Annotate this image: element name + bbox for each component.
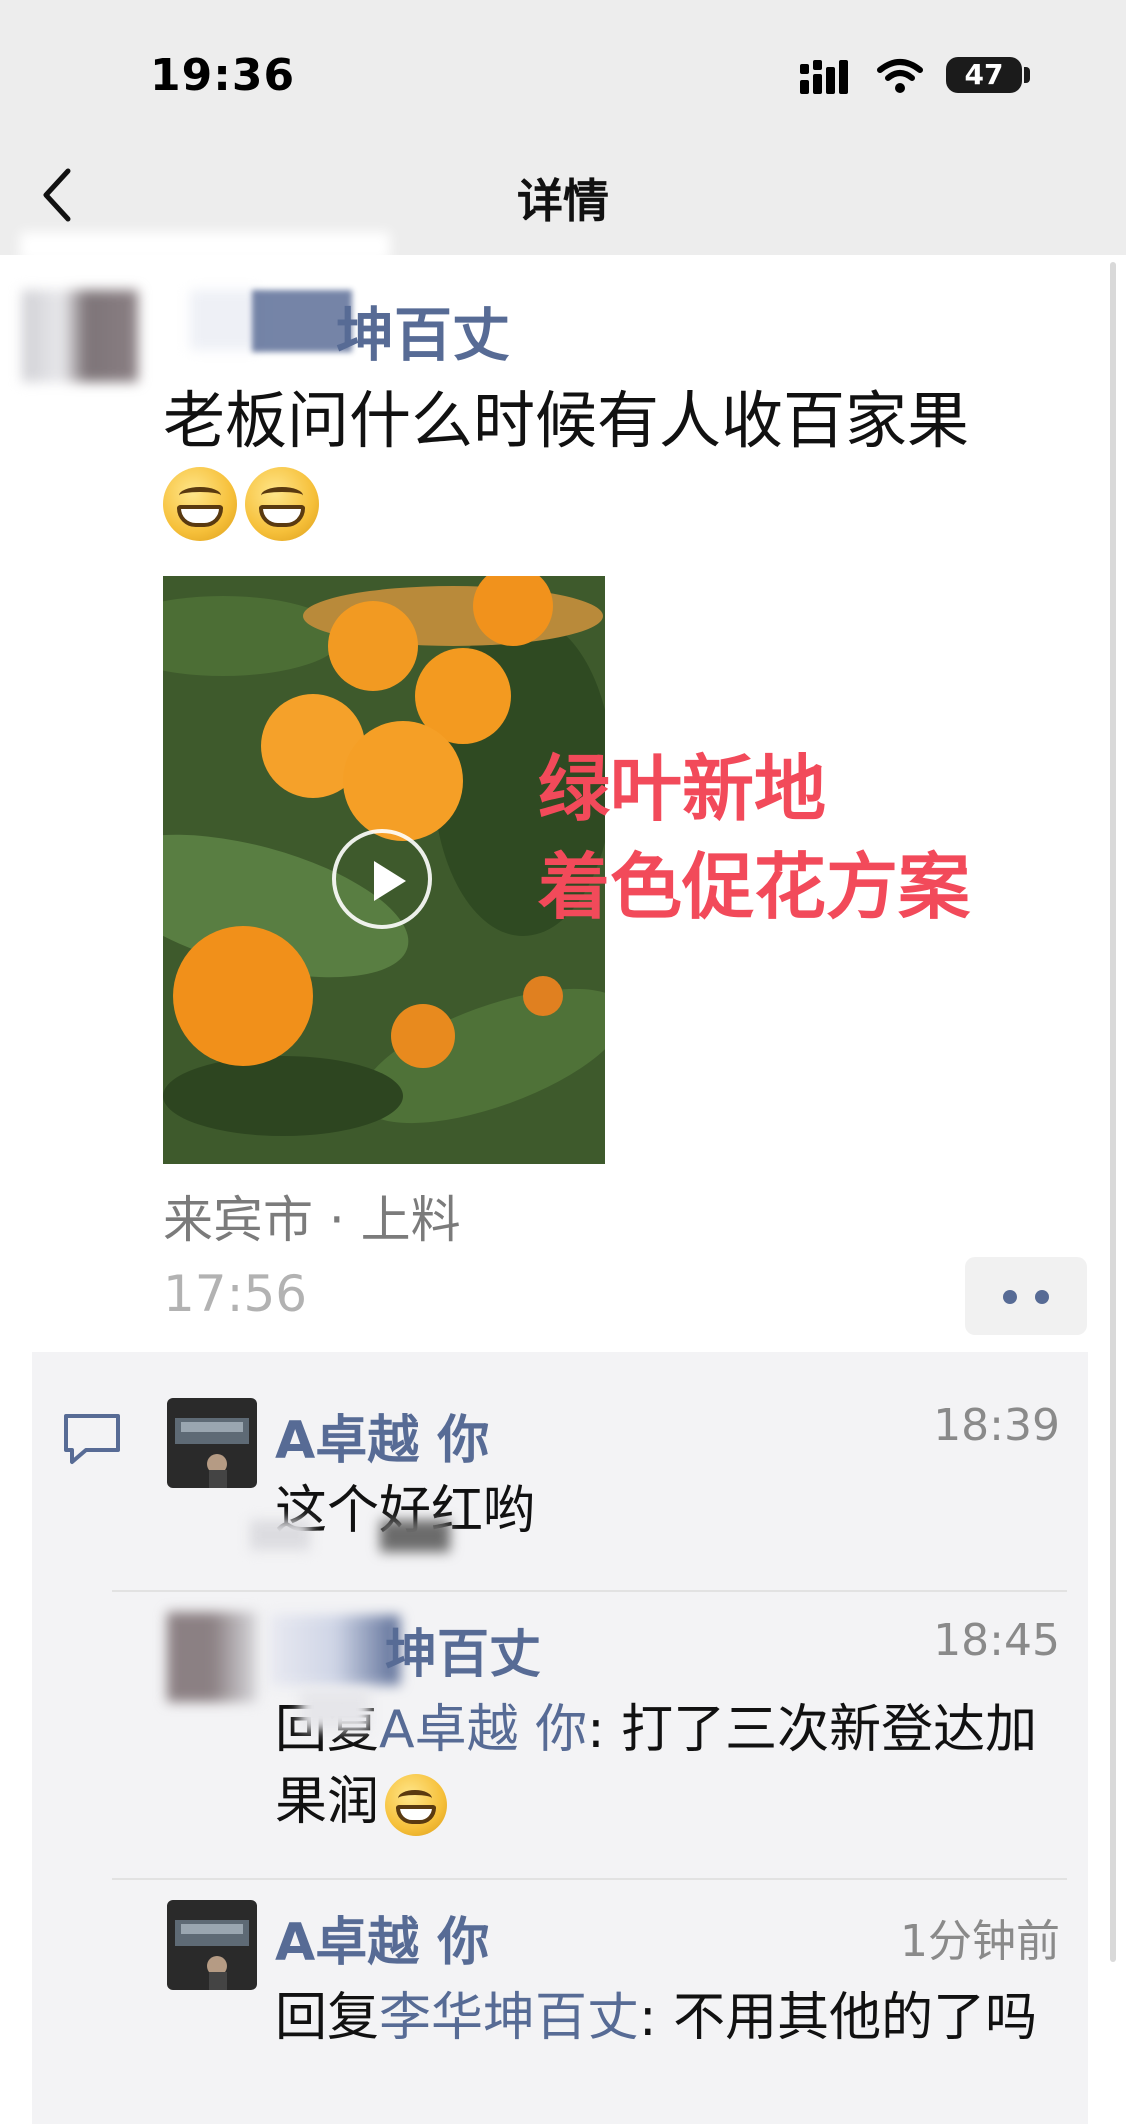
avatar[interactable] <box>22 290 138 382</box>
avatar[interactable] <box>167 1398 257 1488</box>
comment-author[interactable]: A卓越 你 <box>275 1398 489 1473</box>
post-text: 老板问什么时候有人收百家果 <box>163 384 970 457</box>
grin-emoji-icon <box>163 467 237 541</box>
comment-icon <box>64 1414 120 1464</box>
reply-to-link[interactable]: 李华坤百丈 <box>379 1988 639 2048</box>
avatar[interactable] <box>167 1612 257 1702</box>
play-button[interactable] <box>332 829 432 929</box>
post-author[interactable]: 坤百丈 <box>252 288 510 372</box>
author-name: 坤百丈 <box>336 301 511 369</box>
blurred-patch <box>380 1520 450 1552</box>
blurred-name-start <box>190 290 260 350</box>
emoji-row <box>163 467 327 541</box>
blurred-patch <box>300 1690 370 1730</box>
comment-time: 18:45 <box>933 1615 1060 1666</box>
comment-text: 回复李华坤百丈: 不用其他的了吗 <box>275 1982 1065 2054</box>
reply-to-link[interactable]: A卓越 你 <box>379 1700 587 1760</box>
avatar[interactable] <box>167 1900 257 1990</box>
blurred-strip <box>20 232 390 262</box>
overlay-line-2: 着色促花方案 <box>538 845 971 929</box>
status-time: 19:36 <box>150 50 296 101</box>
battery-indicator: 47 <box>946 57 1022 93</box>
blurred-patch <box>250 1520 310 1550</box>
video-overlay-text: 绿叶新地 着色促花方案 <box>538 740 970 936</box>
battery-tip <box>1024 67 1030 83</box>
divider <box>112 1590 1067 1592</box>
comment-text: 回复A卓越 你: 打了三次新登达加果润 <box>275 1694 1065 1838</box>
cellular-signal-icon <box>800 60 848 94</box>
grin-emoji-icon <box>245 467 319 541</box>
grin-emoji-icon <box>385 1774 448 1836</box>
overlay-line-1: 绿叶新地 <box>538 747 827 831</box>
scrollbar[interactable] <box>1110 262 1116 1962</box>
comment-time: 18:39 <box>933 1400 1060 1451</box>
comment-author[interactable]: 坤百丈 <box>385 1612 541 1687</box>
post-time: 17:56 <box>163 1265 308 1323</box>
comment-author[interactable]: A卓越 你 <box>275 1900 489 1975</box>
post-location[interactable]: 来宾市 · 上料 <box>163 1180 461 1252</box>
more-button[interactable] <box>965 1257 1087 1335</box>
blurred-name-start <box>270 1615 400 1685</box>
more-dot-icon <box>1035 1290 1049 1304</box>
page-title: 详情 <box>517 174 609 228</box>
reply-body: : 不用其他的了吗 <box>639 1988 1038 2048</box>
wifi-icon <box>877 59 923 93</box>
reply-prefix: 回复 <box>275 1988 380 2048</box>
comment-author-name: 坤百丈 <box>385 1625 542 1685</box>
comment-time: 1分钟前 <box>900 1916 1060 1967</box>
more-dot-icon <box>1003 1290 1017 1304</box>
divider <box>112 1878 1067 1880</box>
